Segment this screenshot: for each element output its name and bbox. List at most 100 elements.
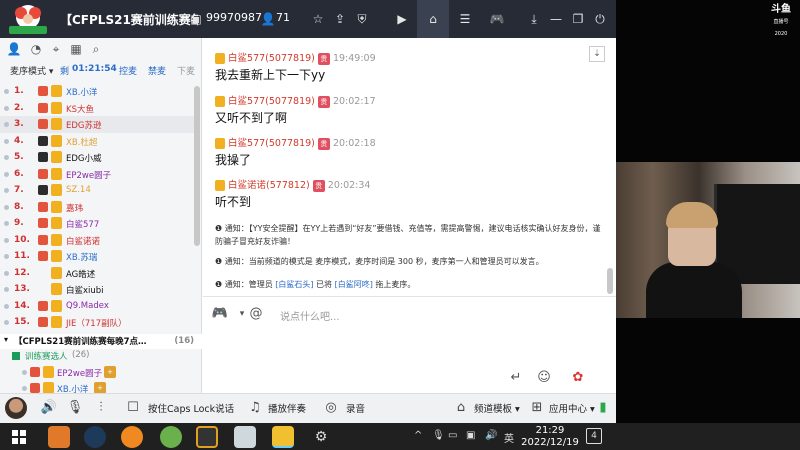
app-icon[interactable]: [160, 426, 182, 448]
mic-queue-list: 1. XB.小洋 2. KS大鱼 3. EDG苏逊 4. XB.杜超 5. EDG小威 6. EP2w…: [0, 83, 196, 331]
queue-row[interactable]: 15. JIE（717副队）: [0, 314, 196, 331]
power-icon[interactable]: ⏻: [590, 9, 610, 29]
info-icon: ❶: [215, 280, 223, 289]
share-icon[interactable]: ⇪: [330, 9, 350, 29]
chevron-up-icon[interactable]: ^: [414, 430, 422, 441]
queue-row[interactable]: 11. XB.苏瑞: [0, 248, 196, 265]
queue-row[interactable]: 14. Q9.Madex: [0, 298, 196, 315]
user-link[interactable]: [白鲨阿咚]: [335, 280, 373, 289]
app-icon[interactable]: [234, 426, 256, 448]
app-icon[interactable]: [84, 426, 106, 448]
queue-row[interactable]: 9. 白鲨577: [0, 215, 196, 232]
app-center-button[interactable]: 应用中心 ▾: [549, 401, 595, 415]
queue-user-name: AG皓述: [66, 269, 96, 280]
message-header: 白鲨577(5077819) 贵 20:02:18: [215, 135, 376, 150]
accompany-button[interactable]: 播放伴奏: [268, 401, 306, 415]
sender-name[interactable]: 白鲨577(5077819): [228, 96, 315, 107]
grid-icon[interactable]: ▦: [68, 41, 84, 57]
avatar[interactable]: [5, 397, 27, 419]
windows-start-icon[interactable]: [8, 426, 30, 448]
badge-icon: [38, 251, 48, 261]
record-button[interactable]: 录音: [346, 401, 365, 415]
queue-row[interactable]: 12. AG皓述: [0, 265, 196, 282]
queue-user-name: EP2we圆子: [66, 170, 112, 181]
channel-logo: [9, 5, 47, 34]
list-icon[interactable]: ☰: [455, 9, 475, 29]
flower-icon[interactable]: ✿: [569, 369, 587, 387]
record-icon[interactable]: ◎: [322, 399, 340, 417]
queue-row[interactable]: 10. 白鲨诺诺: [0, 232, 196, 249]
crown-icon: [51, 283, 62, 295]
queue-row[interactable]: 7. SZ.14: [0, 182, 196, 199]
notice-item: ❶ 通知：当前频道的模式是 麦序模式，麦序时间是 300 秒，麦序第一人和管理员…: [215, 257, 544, 266]
mic-tray-icon[interactable]: 🎙: [432, 430, 445, 441]
sender-name[interactable]: 白鲨577(5077819): [228, 53, 315, 64]
battery-icon[interactable]: ▭: [448, 430, 457, 441]
mention-icon[interactable]: @: [247, 305, 265, 323]
download-icon[interactable]: ⤓: [524, 9, 544, 29]
sender-name[interactable]: 白鲨诺诺(577812): [228, 180, 310, 191]
location-icon[interactable]: ⌖: [48, 41, 64, 57]
crown-icon: [51, 167, 62, 180]
gamepad-emoji-icon[interactable]: 🎮: [211, 305, 229, 323]
system-clock[interactable]: 21:29 2022/12/19: [520, 425, 580, 449]
app-icon[interactable]: [48, 426, 70, 448]
ban-mic-button[interactable]: 禁麦: [148, 64, 166, 77]
queue-row[interactable]: 8. 嘉玮: [0, 199, 196, 216]
music-note-icon[interactable]: ♫: [246, 399, 264, 417]
crown-icon: [51, 184, 62, 196]
favorite-star-icon[interactable]: ☆: [308, 9, 328, 29]
queue-row[interactable]: 4. XB.杜超: [0, 133, 196, 150]
user-link[interactable]: [白鲨石头]: [275, 280, 313, 289]
microphone-icon[interactable]: 🎙: [66, 399, 84, 417]
mixer-icon[interactable]: ⫶: [92, 399, 110, 417]
queue-row[interactable]: 2. KS大鱼: [0, 100, 196, 117]
chat-scrollbar[interactable]: [607, 268, 613, 294]
channel-sidebar: 👤 ◔ ⌖ ▦ ⌕ 麦序模式 ▾ 剩 01:21:54 控麦 禁麦 下麦 1. X…: [0, 38, 202, 395]
input-language[interactable]: 英: [504, 430, 514, 445]
queue-row[interactable]: 1. XB.小洋: [0, 83, 196, 100]
chat-bubble-icon[interactable]: ◔: [28, 41, 44, 57]
notification-icon[interactable]: 4: [586, 428, 602, 444]
sub-user-row[interactable]: EP2we圆子 +: [0, 364, 196, 381]
browser-icon[interactable]: [121, 426, 143, 448]
control-mic-button[interactable]: 控麦: [119, 64, 137, 77]
caps-lock-talk-button[interactable]: 按住Caps Lock说话: [148, 401, 234, 415]
training-channel-row[interactable]: 训练赛选人 (26): [0, 349, 202, 364]
queue-row[interactable]: 3. EDG苏逊: [0, 116, 196, 133]
search-icon[interactable]: ⌕: [88, 41, 104, 57]
message-header: 白鲨诺诺(577812) 贵 20:02:34: [215, 177, 370, 192]
crown-icon: [215, 180, 225, 191]
volume-icon[interactable]: 🔊: [485, 430, 497, 441]
mic-mode-select[interactable]: 麦序模式 ▾: [10, 64, 53, 77]
app-icon[interactable]: [196, 426, 218, 448]
scroll-down-icon[interactable]: ⇣: [589, 46, 605, 62]
minimize-icon[interactable]: —: [546, 9, 566, 29]
emoji-icon[interactable]: ☺: [535, 369, 553, 387]
app-grid-icon[interactable]: ⊞: [528, 399, 546, 417]
shield-icon[interactable]: ⛨: [352, 9, 372, 29]
checkbox-icon[interactable]: ☐: [124, 399, 142, 417]
user-icon[interactable]: 👤: [6, 41, 22, 57]
enter-icon[interactable]: ↵: [507, 369, 525, 387]
restore-icon[interactable]: ❐: [568, 9, 588, 29]
message-input[interactable]: 说点什么吧...: [280, 308, 340, 323]
home-icon[interactable]: ⌂: [423, 9, 443, 29]
yy-app-icon[interactable]: [272, 426, 294, 448]
channel-row[interactable]: ▾ 【CFPLS21赛前训练赛每晚7点… (16): [0, 334, 202, 349]
queue-user-name: XB.苏瑞: [66, 253, 98, 263]
down-mic-button[interactable]: 下麦: [177, 64, 195, 77]
queue-row[interactable]: 6. EP2we圆子: [0, 166, 196, 183]
sender-name[interactable]: 白鲨577(5077819): [228, 138, 315, 149]
template-icon[interactable]: ⌂: [452, 399, 470, 417]
queue-row[interactable]: 13. 白鲨xiubi: [0, 281, 196, 298]
channel-template-button[interactable]: 频道模板 ▾: [474, 401, 520, 415]
crown-icon: [215, 138, 225, 149]
speaker-icon[interactable]: 🔊: [40, 399, 58, 417]
queue-scrollbar[interactable]: [194, 86, 200, 246]
network-icon[interactable]: ▣: [466, 430, 475, 441]
gamepad-icon[interactable]: 🎮: [487, 9, 507, 29]
video-icon[interactable]: ▶: [392, 9, 412, 29]
queue-row[interactable]: 5. EDG小威: [0, 149, 196, 166]
settings-gear-icon[interactable]: ⚙: [310, 426, 332, 448]
